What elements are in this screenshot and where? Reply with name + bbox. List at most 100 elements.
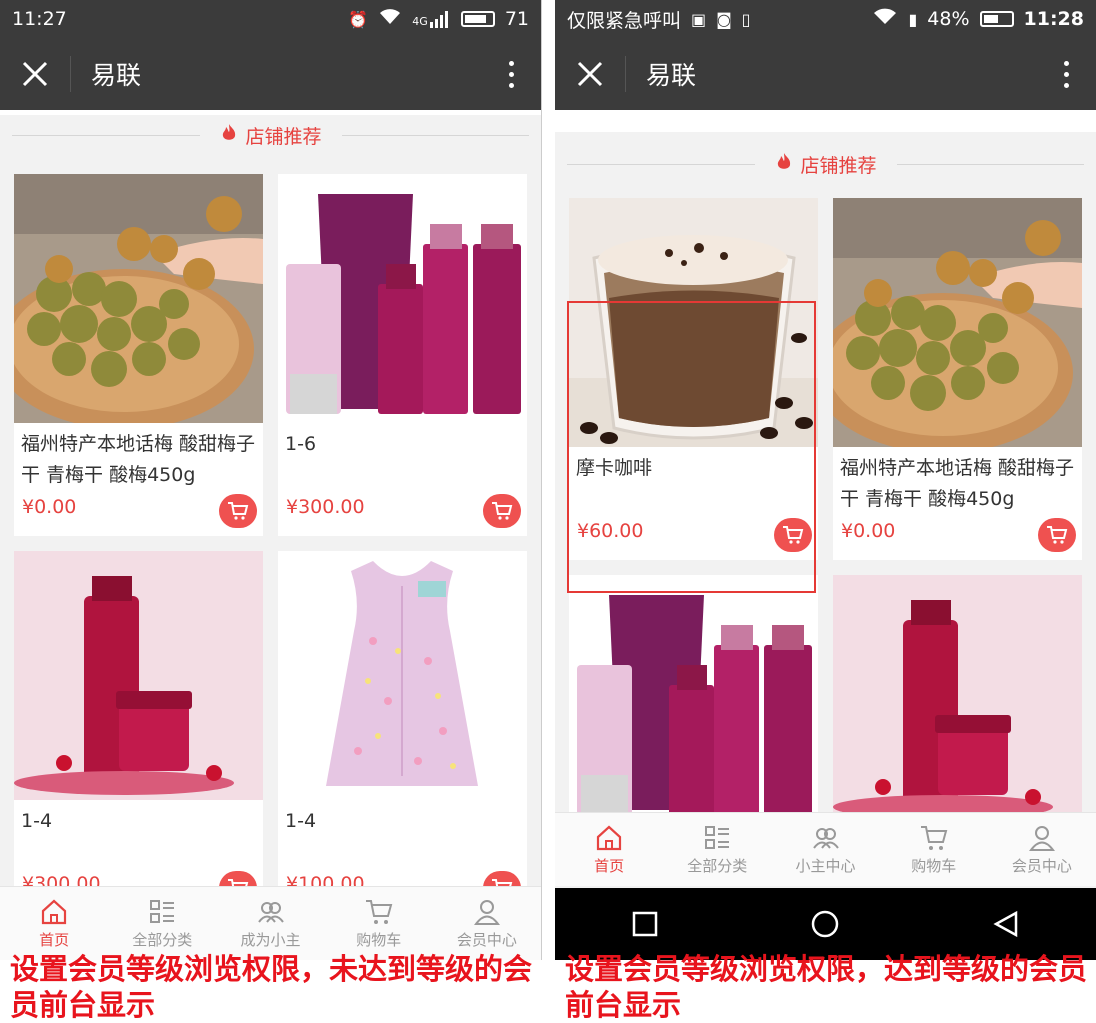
flame-icon [775, 152, 793, 177]
battery-level: 48% [927, 8, 970, 30]
cart-icon [365, 900, 393, 924]
cart-icon [783, 526, 804, 544]
product-image-dried-plums[interactable] [833, 198, 1082, 447]
battery-icon [460, 11, 495, 27]
product-name: 福州特产本地话梅 酸甜梅子干 青梅干 酸梅450g [21, 433, 256, 486]
tab-home[interactable]: 首页 [555, 813, 663, 886]
cart-icon [492, 879, 513, 886]
title-bar: 易联 [0, 38, 541, 110]
tab-cart[interactable]: 购物车 [880, 813, 988, 886]
close-button[interactable] [0, 38, 70, 110]
user-icon [473, 900, 500, 925]
caption-left: 设置会员等级浏览权限，未达到等级的会员前台显示 [10, 952, 533, 1022]
add-to-cart-button[interactable] [219, 871, 257, 886]
add-to-cart-button[interactable] [483, 871, 521, 886]
tab-all-categories[interactable]: 全部分类 [108, 887, 216, 960]
product-card[interactable]: 福州特产本地话梅 酸甜梅子干 青梅干 酸梅450g ¥0.00 [14, 174, 263, 536]
tab-label: 成为小主 [240, 931, 301, 949]
tab-label: 购物车 [356, 931, 402, 949]
product-image-kans-cosmetics-set[interactable] [569, 575, 818, 812]
product-image-mocha-coffee[interactable] [569, 198, 818, 447]
recent-apps-button[interactable] [615, 894, 675, 954]
product-name: 1-4 [285, 810, 317, 832]
alarm-icon: ⏰ [348, 9, 369, 29]
product-image-kans-toner-cream[interactable] [833, 575, 1082, 812]
product-name: 1-6 [285, 433, 317, 455]
sim-icon: ▮ [908, 9, 918, 29]
battery-icon [979, 11, 1014, 27]
cart-icon [1047, 526, 1068, 544]
section-title: 店铺推荐 [800, 154, 877, 177]
tab-label: 会员中心 [1011, 857, 1072, 875]
notification-icon: ▣ [691, 9, 707, 29]
close-icon [577, 61, 603, 87]
square-icon [632, 911, 658, 937]
section-header: 店铺推荐 [555, 144, 1096, 184]
page-title: 易联 [91, 61, 142, 90]
product-card[interactable]: 摩卡咖啡 ¥60.00 [569, 198, 818, 560]
product-image-baby-sleep-sack[interactable] [278, 551, 527, 800]
tab-label: 首页 [594, 857, 625, 875]
product-card[interactable]: 1-4 ¥300.00 [14, 551, 263, 886]
bottom-tab-bar: 首页 全部分类 小主中心 购物车 会员中心 [555, 812, 1096, 886]
cart-icon [228, 502, 249, 520]
tab-all-categories[interactable]: 全部分类 [663, 813, 771, 886]
phone-screen-left: 11:27 ⏰ 4G 71 易联 店铺推荐 福州特产本地话梅 酸甜梅子干 青梅干… [0, 0, 542, 960]
section-header: 店铺推荐 [0, 115, 541, 155]
flame-icon [220, 123, 238, 148]
status-time: 11:28 [1023, 8, 1084, 30]
more-options-button[interactable] [1036, 38, 1096, 110]
section-title: 店铺推荐 [245, 125, 322, 148]
add-to-cart-button[interactable] [1038, 518, 1076, 552]
home-nav-button[interactable] [795, 894, 855, 954]
close-icon [22, 61, 48, 87]
status-bar: 仅限紧急呼叫 ▣ ◙ ▯ ▮ 48% 11:28 [555, 0, 1096, 38]
tab-cart[interactable]: 购物车 [325, 887, 433, 960]
wifi-icon [872, 8, 898, 30]
members-icon [257, 902, 284, 923]
product-card[interactable]: 1-6 ¥300.00 [278, 174, 527, 536]
notification-icon: ▯ [741, 9, 751, 29]
product-card[interactable]: 福州特产本地话梅 酸甜梅子干 青梅干 酸梅450g ¥0.00 [833, 198, 1082, 560]
title-bar: 易联 [555, 38, 1096, 110]
tab-home[interactable]: 首页 [0, 887, 108, 960]
add-to-cart-button[interactable] [774, 518, 812, 552]
cart-icon [228, 879, 249, 886]
circle-icon [812, 910, 839, 938]
category-list-icon [705, 826, 730, 849]
add-to-cart-button[interactable] [219, 494, 257, 528]
tab-label: 全部分类 [687, 857, 748, 875]
product-image-dried-plums[interactable] [14, 174, 263, 423]
add-to-cart-button[interactable] [483, 494, 521, 528]
tab-member-hub[interactable]: 小主中心 [771, 813, 879, 886]
product-price: ¥60.00 [577, 520, 644, 542]
tab-become-member[interactable]: 成为小主 [216, 887, 324, 960]
home-icon [596, 825, 622, 851]
close-button[interactable] [555, 38, 625, 110]
product-name: 摩卡咖啡 [576, 457, 653, 479]
tab-member-center[interactable]: 会员中心 [988, 813, 1096, 886]
cart-icon [492, 502, 513, 520]
android-nav-bar [555, 888, 1096, 960]
product-image-kans-toner-cream[interactable] [14, 551, 263, 800]
product-name: 福州特产本地话梅 酸甜梅子干 青梅干 酸梅450g [840, 457, 1075, 510]
product-card[interactable]: 1-4 ¥100.00 [278, 551, 527, 886]
wifi-icon [378, 8, 402, 30]
battery-level: 71 [504, 8, 529, 30]
tab-label: 首页 [39, 931, 70, 949]
tab-member-center[interactable]: 会员中心 [433, 887, 541, 960]
product-price: ¥0.00 [22, 496, 77, 518]
notification-icon: ◙ [716, 9, 732, 29]
product-card[interactable] [833, 575, 1082, 812]
product-name: 1-4 [21, 810, 53, 832]
product-image-kans-cosmetics-set[interactable] [278, 174, 527, 423]
product-card[interactable] [569, 575, 818, 812]
main-content: 店铺推荐 摩卡咖啡 ¥60.00 福州特产本地话梅 酸甜梅子干 青梅干 酸梅45… [555, 110, 1096, 812]
more-options-button[interactable] [481, 38, 541, 110]
network-type: 4G [412, 15, 428, 28]
product-price: ¥100.00 [286, 873, 365, 886]
tab-label: 全部分类 [132, 931, 193, 949]
bottom-tab-bar: 首页 全部分类 成为小主 购物车 会员中心 [0, 886, 541, 960]
back-nav-button[interactable] [976, 894, 1036, 954]
product-price: ¥300.00 [22, 873, 101, 886]
